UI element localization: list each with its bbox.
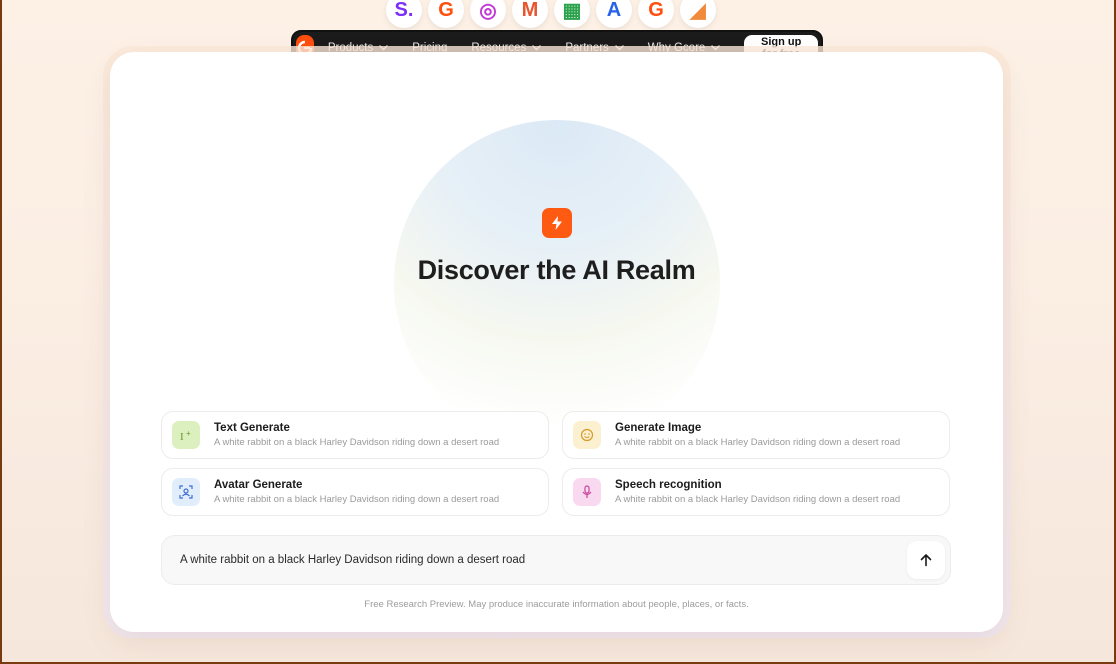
microphone-icon	[573, 478, 601, 506]
image-face-icon	[573, 421, 601, 449]
prompt-input[interactable]	[180, 554, 907, 566]
gcore-logo: G	[428, 0, 464, 28]
option-description: A white rabbit on a black Harley Davidso…	[615, 493, 901, 505]
option-title: Generate Image	[615, 421, 702, 434]
option-title: Text Generate	[214, 421, 290, 434]
ai-realm-card: Discover the AI Realm I + Text Generate A…	[110, 52, 1003, 632]
prompt-box	[161, 535, 951, 585]
svg-text:I: I	[180, 431, 184, 443]
option-title: Speech recognition	[615, 478, 722, 491]
option-speech-recognition[interactable]: Speech recognition A white rabbit on a b…	[562, 468, 950, 516]
m-brand-logo: M	[512, 0, 548, 28]
arrow-up-icon	[920, 554, 932, 567]
option-generate-image[interactable]: Generate Image A white rabbit on a black…	[562, 411, 950, 459]
shape-logo: ◢	[680, 0, 716, 28]
gcore-logo-2: G	[638, 0, 674, 28]
windows-logo: ▦	[554, 0, 590, 28]
option-avatar-generate[interactable]: Avatar Generate A white rabbit on a blac…	[161, 468, 549, 516]
send-button[interactable]	[907, 541, 945, 579]
disclaimer-text: Free Research Preview. May produce inacc…	[364, 599, 749, 610]
option-description: A white rabbit on a black Harley Davidso…	[214, 493, 500, 505]
option-title: Avatar Generate	[214, 478, 303, 491]
hero-title: Discover the AI Realm	[417, 255, 696, 285]
text-cursor-icon: I +	[172, 421, 200, 449]
lightning-bolt-icon	[542, 208, 572, 238]
avatar-scan-icon	[172, 478, 200, 506]
fingerprint-logo: ◎	[470, 0, 506, 28]
s-brand-logo: S.	[386, 0, 422, 28]
a-brand-logo: A	[596, 0, 632, 28]
svg-text:+: +	[186, 429, 191, 438]
option-description: A white rabbit on a black Harley Davidso…	[615, 436, 901, 448]
option-text-generate[interactable]: I + Text Generate A white rabbit on a bla…	[161, 411, 549, 459]
option-description: A white rabbit on a black Harley Davidso…	[214, 436, 500, 448]
partner-logo-strip: S. G ◎ M ▦ A G ◢	[386, 0, 716, 28]
